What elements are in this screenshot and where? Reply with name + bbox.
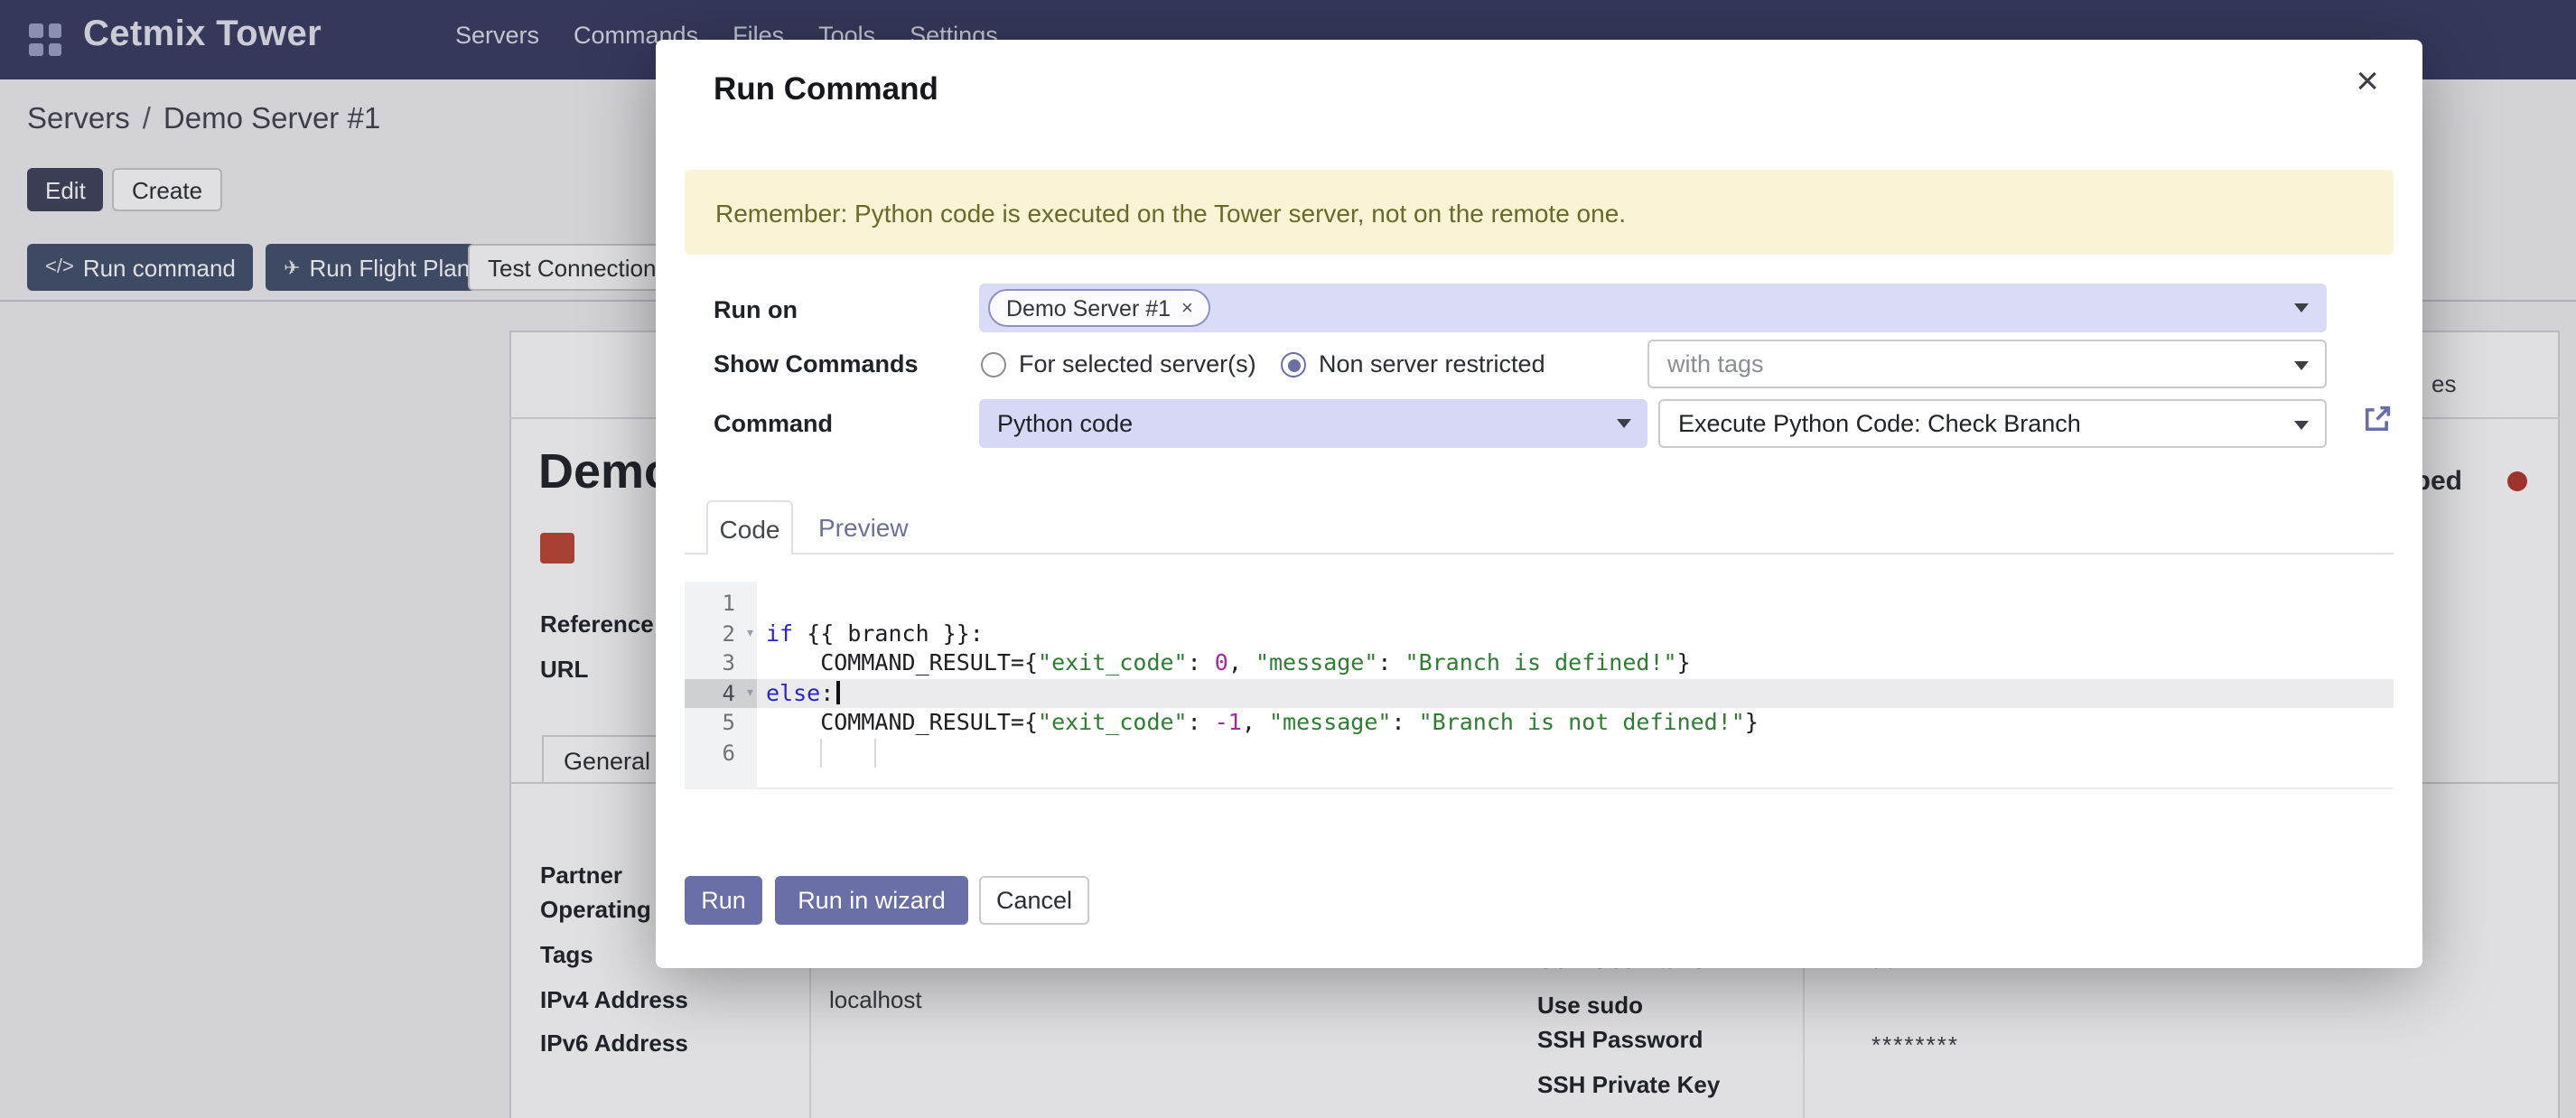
tabs-separator xyxy=(685,553,2394,554)
tag-remove-icon[interactable]: × xyxy=(1181,297,1193,319)
code-line-3[interactable]: COMMAND_RESULT={"exit_code": 0, "message… xyxy=(685,648,2394,678)
run-button[interactable]: Run xyxy=(685,876,762,925)
warning-alert: Remember: Python code is executed on the… xyxy=(685,170,2394,255)
fold-caret-icon[interactable]: ▾ xyxy=(745,678,755,708)
gutter-line-3: 3 xyxy=(685,648,757,678)
gutter-line-2: 2▾ xyxy=(685,619,757,648)
run-on-field[interactable]: Demo Server #1 × xyxy=(979,284,2327,332)
with-tags-select[interactable]: with tags xyxy=(1647,340,2327,388)
run-command-modal: Run Command × Remember: Python code is e… xyxy=(656,40,2422,968)
label-run-on: Run on xyxy=(714,296,798,323)
chevron-down-icon xyxy=(1617,419,1631,428)
radio-non-server-restricted[interactable] xyxy=(1281,352,1306,377)
code-line-6[interactable] xyxy=(685,738,2394,768)
screenshot-stage: Cetmix Tower Servers Commands Files Tool… xyxy=(0,0,2576,1118)
code-line-1[interactable] xyxy=(685,589,2394,619)
code-line-5[interactable]: COMMAND_RESULT={"exit_code": -1, "messag… xyxy=(685,708,2394,738)
gutter-line-4: 4▾ xyxy=(685,678,757,708)
close-icon[interactable]: × xyxy=(2356,61,2379,101)
code-line-4[interactable]: else: xyxy=(685,678,2394,708)
code-lines: if {{ branch }}: COMMAND_RESULT={"exit_c… xyxy=(685,589,2394,768)
with-tags-placeholder: with tags xyxy=(1667,350,1764,377)
modal-title: Run Command xyxy=(714,70,938,108)
cancel-button[interactable]: Cancel xyxy=(979,876,1089,925)
label-show-commands: Show Commands xyxy=(714,350,919,377)
external-link-icon[interactable] xyxy=(2361,403,2394,435)
gutter-line-5: 5 xyxy=(685,708,757,738)
command-select[interactable]: Execute Python Code: Check Branch xyxy=(1658,399,2327,448)
text-cursor xyxy=(835,680,839,703)
code-editor[interactable]: if {{ branch }}: COMMAND_RESULT={"exit_c… xyxy=(685,582,2394,789)
chevron-down-icon xyxy=(2294,421,2309,430)
radio-for-selected-servers[interactable] xyxy=(981,352,1006,377)
warning-alert-text: Remember: Python code is executed on the… xyxy=(715,198,1626,227)
gutter-line-1: 1 xyxy=(685,589,757,619)
server-tag-pill: Demo Server #1 × xyxy=(988,289,1211,327)
tab-code[interactable]: Code xyxy=(706,500,793,554)
gutter-line-6: 6 xyxy=(685,738,757,768)
tab-preview[interactable]: Preview xyxy=(818,513,909,542)
radio-for-selected-servers-label[interactable]: For selected server(s) xyxy=(1019,350,1256,377)
radio-non-server-restricted-label[interactable]: Non server restricted xyxy=(1319,350,1545,377)
code-gutter-cells: 12▾34▾56 xyxy=(685,589,757,768)
fold-caret-icon[interactable]: ▾ xyxy=(745,619,755,648)
command-select-value: Execute Python Code: Check Branch xyxy=(1678,410,2081,437)
app-root: Cetmix Tower Servers Commands Files Tool… xyxy=(0,0,2576,1118)
command-type-value: Python code xyxy=(997,410,1133,437)
code-line-2[interactable]: if {{ branch }}: xyxy=(685,619,2394,648)
run-in-wizard-button[interactable]: Run in wizard xyxy=(775,876,968,925)
server-tag-label: Demo Server #1 xyxy=(1006,295,1171,321)
chevron-down-icon xyxy=(2294,303,2309,312)
label-command: Command xyxy=(714,410,833,437)
command-type-select[interactable]: Python code xyxy=(979,399,1647,448)
chevron-down-icon xyxy=(2294,361,2309,370)
